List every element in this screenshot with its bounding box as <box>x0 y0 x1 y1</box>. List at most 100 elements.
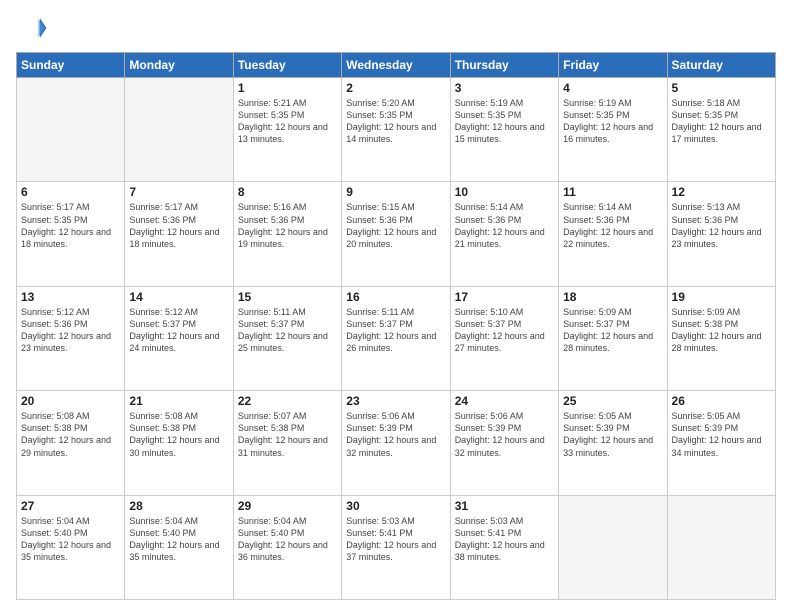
calendar-cell-7: 6 Sunrise: 5:17 AM Sunset: 5:35 PM Daylig… <box>17 182 125 286</box>
day-info-22: Sunrise: 5:07 AM Sunset: 5:38 PM Dayligh… <box>238 410 337 459</box>
calendar-cell-23: 22 Sunrise: 5:07 AM Sunset: 5:38 PM Dayli… <box>233 391 341 495</box>
day-info-26: Sunrise: 5:05 AM Sunset: 5:39 PM Dayligh… <box>672 410 771 459</box>
calendar-cell-29: 28Sunrise: 5:04 AM Sunset: 5:40 PM Dayli… <box>125 495 233 599</box>
calendar-cell-5: 4Sunrise: 5:19 AM Sunset: 5:35 PM Daylig… <box>559 78 667 182</box>
day-number-5: 5 <box>672 81 771 95</box>
calendar-cell-27: 26 Sunrise: 5:05 AM Sunset: 5:39 PM Dayli… <box>667 391 775 495</box>
calendar-cell-14: 13 Sunrise: 5:12 AM Sunset: 5:36 PM Dayli… <box>17 286 125 390</box>
day-number-21: 21 <box>129 394 228 408</box>
day-info-12: Sunrise: 5:13 AM Sunset: 5:36 PM Dayligh… <box>672 201 771 250</box>
day-number-4: 4 <box>563 81 662 95</box>
day-number-3: 3 <box>455 81 554 95</box>
day-number-15: 15 <box>238 290 337 304</box>
calendar-cell-32: 31 Sunrise: 5:03 AM Sunset: 5:41 PM Dayli… <box>450 495 558 599</box>
day-info-10: Sunrise: 5:14 AM Sunset: 5:36 PM Dayligh… <box>455 201 554 250</box>
day-info-2: Sunrise: 5:20 AM Sunset: 5:35 PM Dayligh… <box>346 97 445 146</box>
day-number-19: 19 <box>672 290 771 304</box>
calendar-cell-9: 8 Sunrise: 5:16 AM Sunset: 5:36 PM Daylig… <box>233 182 341 286</box>
day-number-10: 10 <box>455 185 554 199</box>
calendar-row-1: 1 Sunrise: 5:21 AM Sunset: 5:35 PM Daylig… <box>17 78 776 182</box>
day-info-30: Sunrise: 5:03 AM Sunset: 5:41 PM Dayligh… <box>346 515 445 564</box>
calendar-cell-33 <box>559 495 667 599</box>
calendar-cell-25: 24 Sunrise: 5:06 AM Sunset: 5:39 PM Dayli… <box>450 391 558 495</box>
weekday-header-thursday: Thursday <box>450 53 558 78</box>
calendar-cell-12: 11 Sunrise: 5:14 AM Sunset: 5:36 PM Dayli… <box>559 182 667 286</box>
day-number-6: 6 <box>21 185 120 199</box>
calendar-cell-24: 23 Sunrise: 5:06 AM Sunset: 5:39 PM Dayli… <box>342 391 450 495</box>
day-info-15: Sunrise: 5:11 AM Sunset: 5:37 PM Dayligh… <box>238 306 337 355</box>
day-info-7: Sunrise: 5:17 AM Sunset: 5:36 PM Dayligh… <box>129 201 228 250</box>
day-info-27: Sunrise: 5:04 AM Sunset: 5:40 PM Dayligh… <box>21 515 120 564</box>
day-number-17: 17 <box>455 290 554 304</box>
day-info-11: Sunrise: 5:14 AM Sunset: 5:36 PM Dayligh… <box>563 201 662 250</box>
calendar-row-3: 13 Sunrise: 5:12 AM Sunset: 5:36 PM Dayli… <box>17 286 776 390</box>
day-number-18: 18 <box>563 290 662 304</box>
calendar-cell-21: 20 Sunrise: 5:08 AM Sunset: 5:38 PM Dayli… <box>17 391 125 495</box>
day-number-26: 26 <box>672 394 771 408</box>
calendar-cell-17: 16 Sunrise: 5:11 AM Sunset: 5:37 PM Dayli… <box>342 286 450 390</box>
day-info-23: Sunrise: 5:06 AM Sunset: 5:39 PM Dayligh… <box>346 410 445 459</box>
day-info-8: Sunrise: 5:16 AM Sunset: 5:36 PM Dayligh… <box>238 201 337 250</box>
calendar-cell-2: 1 Sunrise: 5:21 AM Sunset: 5:35 PM Daylig… <box>233 78 341 182</box>
calendar-cell-31: 30 Sunrise: 5:03 AM Sunset: 5:41 PM Dayli… <box>342 495 450 599</box>
logo <box>16 12 52 44</box>
calendar-cell-20: 19 Sunrise: 5:09 AM Sunset: 5:38 PM Dayli… <box>667 286 775 390</box>
day-number-29: 29 <box>238 499 337 513</box>
day-info-18: Sunrise: 5:09 AM Sunset: 5:37 PM Dayligh… <box>563 306 662 355</box>
day-number-13: 13 <box>21 290 120 304</box>
day-number-1: 1 <box>238 81 337 95</box>
day-number-7: 7 <box>129 185 228 199</box>
day-info-20: Sunrise: 5:08 AM Sunset: 5:38 PM Dayligh… <box>21 410 120 459</box>
day-info-17: Sunrise: 5:10 AM Sunset: 5:37 PM Dayligh… <box>455 306 554 355</box>
day-number-28: 28 <box>129 499 228 513</box>
calendar-cell-0 <box>17 78 125 182</box>
day-info-25: Sunrise: 5:05 AM Sunset: 5:39 PM Dayligh… <box>563 410 662 459</box>
calendar-cell-15: 14Sunrise: 5:12 AM Sunset: 5:37 PM Dayli… <box>125 286 233 390</box>
day-info-1: Sunrise: 5:21 AM Sunset: 5:35 PM Dayligh… <box>238 97 337 146</box>
calendar-cell-19: 18 Sunrise: 5:09 AM Sunset: 5:37 PM Dayli… <box>559 286 667 390</box>
calendar-cell-10: 9 Sunrise: 5:15 AM Sunset: 5:36 PM Daylig… <box>342 182 450 286</box>
day-number-2: 2 <box>346 81 445 95</box>
day-number-27: 27 <box>21 499 120 513</box>
calendar-cell-26: 25 Sunrise: 5:05 AM Sunset: 5:39 PM Dayli… <box>559 391 667 495</box>
calendar-cell-34 <box>667 495 775 599</box>
calendar-cell-4: 3 Sunrise: 5:19 AM Sunset: 5:35 PM Daylig… <box>450 78 558 182</box>
calendar-cell-16: 15 Sunrise: 5:11 AM Sunset: 5:37 PM Dayli… <box>233 286 341 390</box>
weekday-header-tuesday: Tuesday <box>233 53 341 78</box>
day-number-23: 23 <box>346 394 445 408</box>
calendar-cell-11: 10 Sunrise: 5:14 AM Sunset: 5:36 PM Dayli… <box>450 182 558 286</box>
day-info-19: Sunrise: 5:09 AM Sunset: 5:38 PM Dayligh… <box>672 306 771 355</box>
calendar-table: SundayMondayTuesdayWednesdayThursdayFrid… <box>16 52 776 600</box>
calendar-cell-8: 7 Sunrise: 5:17 AM Sunset: 5:36 PM Daylig… <box>125 182 233 286</box>
weekday-header-row: SundayMondayTuesdayWednesdayThursdayFrid… <box>17 53 776 78</box>
day-number-31: 31 <box>455 499 554 513</box>
day-number-20: 20 <box>21 394 120 408</box>
day-number-11: 11 <box>563 185 662 199</box>
calendar-cell-3: 2 Sunrise: 5:20 AM Sunset: 5:35 PM Daylig… <box>342 78 450 182</box>
day-number-24: 24 <box>455 394 554 408</box>
day-info-21: Sunrise: 5:08 AM Sunset: 5:38 PM Dayligh… <box>129 410 228 459</box>
day-info-6: Sunrise: 5:17 AM Sunset: 5:35 PM Dayligh… <box>21 201 120 250</box>
day-number-22: 22 <box>238 394 337 408</box>
day-info-13: Sunrise: 5:12 AM Sunset: 5:36 PM Dayligh… <box>21 306 120 355</box>
calendar-cell-6: 5 Sunrise: 5:18 AM Sunset: 5:35 PM Daylig… <box>667 78 775 182</box>
day-info-31: Sunrise: 5:03 AM Sunset: 5:41 PM Dayligh… <box>455 515 554 564</box>
day-info-24: Sunrise: 5:06 AM Sunset: 5:39 PM Dayligh… <box>455 410 554 459</box>
day-info-3: Sunrise: 5:19 AM Sunset: 5:35 PM Dayligh… <box>455 97 554 146</box>
day-info-16: Sunrise: 5:11 AM Sunset: 5:37 PM Dayligh… <box>346 306 445 355</box>
day-number-8: 8 <box>238 185 337 199</box>
day-number-25: 25 <box>563 394 662 408</box>
calendar-cell-13: 12 Sunrise: 5:13 AM Sunset: 5:36 PM Dayli… <box>667 182 775 286</box>
weekday-header-sunday: Sunday <box>17 53 125 78</box>
day-number-16: 16 <box>346 290 445 304</box>
calendar-row-2: 6 Sunrise: 5:17 AM Sunset: 5:35 PM Daylig… <box>17 182 776 286</box>
day-number-9: 9 <box>346 185 445 199</box>
day-info-9: Sunrise: 5:15 AM Sunset: 5:36 PM Dayligh… <box>346 201 445 250</box>
day-info-29: Sunrise: 5:04 AM Sunset: 5:40 PM Dayligh… <box>238 515 337 564</box>
calendar-row-5: 27 Sunrise: 5:04 AM Sunset: 5:40 PM Dayli… <box>17 495 776 599</box>
calendar-cell-18: 17 Sunrise: 5:10 AM Sunset: 5:37 PM Dayli… <box>450 286 558 390</box>
day-number-12: 12 <box>672 185 771 199</box>
day-info-5: Sunrise: 5:18 AM Sunset: 5:35 PM Dayligh… <box>672 97 771 146</box>
day-number-30: 30 <box>346 499 445 513</box>
day-info-14: Sunrise: 5:12 AM Sunset: 5:37 PM Dayligh… <box>129 306 228 355</box>
